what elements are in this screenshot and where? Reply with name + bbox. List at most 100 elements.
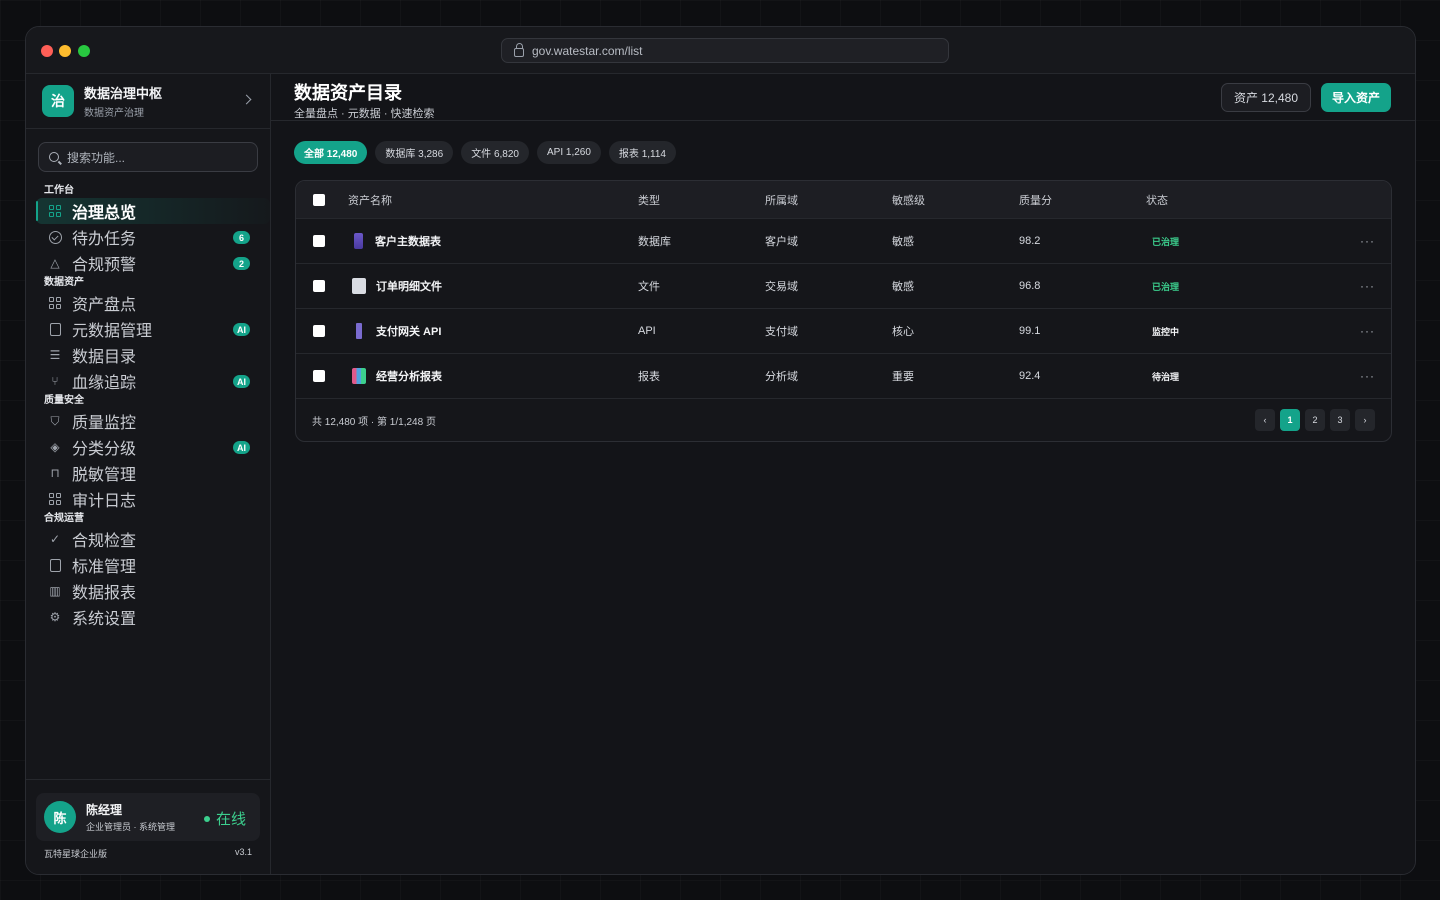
user-card[interactable]: 陈 陈经理 企业管理员 · 系统管理 在线 xyxy=(36,793,260,841)
row-checkbox[interactable] xyxy=(313,325,325,337)
column-header-status[interactable]: 状态 xyxy=(1146,192,1168,208)
sidebar-nav: 工作台 治理总览 待办任务 6 △ 合规预警 2 数据资产 资产盘点 元数据管理 AI ☰ 数据目录 ⑂ 血… xyxy=(26,184,270,630)
status-badge: 已治理 xyxy=(1152,281,1180,292)
online-status: 在线 xyxy=(204,808,246,829)
asset-type: 数据库 xyxy=(638,236,671,248)
search-placeholder: 搜索功能... xyxy=(67,150,126,165)
sidebar-item[interactable]: 待办任务 6 xyxy=(26,224,270,250)
asset-count-button[interactable]: 资产 12,480 xyxy=(1220,83,1311,112)
sidebar-item[interactable]: △ 合规预警 2 xyxy=(26,250,270,276)
minimize-window-button[interactable] xyxy=(59,45,71,57)
sidebar-item[interactable]: ⊓ 脱敏管理 xyxy=(26,460,270,486)
asset-type: API xyxy=(638,325,656,337)
sidebar-item-label: 待办任务 xyxy=(72,231,137,248)
asset-table: 资产名称 类型 所属域 敏感级 质量分 状态 客户主数据表 数据库 客户域 敏感… xyxy=(295,180,1392,442)
layers-icon: ◈ xyxy=(50,440,60,454)
avatar: 陈 xyxy=(44,801,76,833)
more-options-icon[interactable]: ··· xyxy=(1360,369,1375,383)
edition-label: 瓦特星球企业版 xyxy=(44,849,108,859)
plug-icon xyxy=(356,323,362,339)
grid-icon xyxy=(48,204,62,218)
filter-chip[interactable]: 数据库 3,286 xyxy=(375,141,454,164)
sidebar: 治 数据治理中枢 数据资产治理 搜索功能... 工作台 治理总览 待办任务 6 △ 合规预… xyxy=(26,74,271,874)
row-checkbox[interactable] xyxy=(313,280,325,292)
sidebar-item[interactable]: ✓ 合规检查 xyxy=(26,526,270,552)
page-subtitle: 全量盘点 · 元数据 · 快速检索 xyxy=(294,108,435,120)
column-header-name[interactable]: 资产名称 xyxy=(348,192,392,208)
more-options-icon[interactable]: ··· xyxy=(1360,324,1375,338)
divider xyxy=(26,779,270,780)
sidebar-item[interactable]: 标准管理 xyxy=(26,552,270,578)
page-button[interactable]: 1 xyxy=(1280,409,1300,431)
asset-score: 98.2 xyxy=(1019,235,1041,247)
sidebar-item[interactable]: ⛉ 质量监控 xyxy=(26,408,270,434)
filter-chips: 全部 12,480 数据库 3,286 文件 6,820 API 1,260 报表 1,… xyxy=(294,141,676,164)
nav-section-label: 合规运营 xyxy=(44,513,84,524)
next-page-button[interactable]: › xyxy=(1355,409,1375,431)
prev-page-button[interactable]: ‹ xyxy=(1255,409,1275,431)
asset-name: 客户主数据表 xyxy=(375,236,441,248)
asset-type: 文件 xyxy=(638,281,660,293)
table-row[interactable]: 经营分析报表 报表 分析域 重要 92.4 待治理 ··· xyxy=(296,353,1391,398)
sidebar-item[interactable]: ⚙ 系统设置 xyxy=(26,604,270,630)
status-badge: 待治理 xyxy=(1152,371,1180,382)
select-all-checkbox[interactable] xyxy=(313,193,325,206)
column-header-type[interactable]: 类型 xyxy=(638,192,660,208)
more-options-icon[interactable]: ··· xyxy=(1360,279,1375,293)
sidebar-item-label: 分类分级 xyxy=(72,441,137,458)
page-button[interactable]: 2 xyxy=(1305,409,1325,431)
sidebar-item[interactable]: 资产盘点 xyxy=(26,290,270,316)
row-checkbox[interactable] xyxy=(313,370,325,382)
gear-icon: ⚙ xyxy=(49,610,61,624)
lock-icon: ⊓ xyxy=(50,466,60,480)
asset-type: 报表 xyxy=(638,371,660,383)
maximize-window-button[interactable] xyxy=(78,45,90,57)
column-header-score[interactable]: 质量分 xyxy=(1019,192,1052,208)
import-asset-button[interactable]: 导入资产 xyxy=(1320,83,1391,112)
address-bar[interactable]: gov.watestar.com/list xyxy=(501,38,949,63)
sidebar-item-label: 审计日志 xyxy=(72,493,137,510)
sidebar-item[interactable]: ☰ 数据目录 xyxy=(26,342,270,368)
sidebar-item[interactable]: ▥ 数据报表 xyxy=(26,578,270,604)
table-row[interactable]: 支付网关 API API 支付域 核心 99.1 监控中 ··· xyxy=(296,308,1391,353)
sidebar-item[interactable]: 元数据管理 AI xyxy=(26,316,270,342)
brand-name: 数据治理中枢 xyxy=(84,86,163,101)
brand-switcher[interactable]: 治 数据治理中枢 数据资产治理 xyxy=(26,74,270,129)
pagination: ‹ 1 2 3 › xyxy=(1255,409,1375,431)
table-body: 客户主数据表 数据库 客户域 敏感 98.2 已治理 ··· 订单明细文件 文件… xyxy=(296,218,1391,398)
list-icon: ☰ xyxy=(49,348,61,362)
sidebar-item-label: 合规检查 xyxy=(72,533,137,550)
search-input[interactable]: 搜索功能... xyxy=(38,142,258,172)
sidebar-item[interactable]: ◈ 分类分级 AI xyxy=(26,434,270,460)
asset-domain: 支付域 xyxy=(765,326,798,338)
nav-section-label: 质量安全 xyxy=(44,395,84,406)
branch-icon: ⑂ xyxy=(51,374,59,388)
page-title: 数据资产目录 xyxy=(294,83,402,103)
more-options-icon[interactable]: ··· xyxy=(1360,234,1375,248)
page-button[interactable]: 3 xyxy=(1330,409,1350,431)
filter-chip[interactable]: 文件 6,820 xyxy=(461,141,529,164)
filter-chip[interactable]: API 1,260 xyxy=(537,141,601,164)
row-checkbox[interactable] xyxy=(313,235,325,247)
column-header-sensitivity[interactable]: 敏感级 xyxy=(892,192,925,208)
column-header-domain[interactable]: 所属域 xyxy=(765,192,798,208)
close-window-button[interactable] xyxy=(41,45,53,57)
table-row[interactable]: 订单明细文件 文件 交易域 敏感 96.8 已治理 ··· xyxy=(296,263,1391,308)
sidebar-item[interactable]: 治理总览 xyxy=(36,198,270,224)
filter-chip[interactable]: 报表 1,114 xyxy=(608,141,676,164)
document-icon xyxy=(352,278,366,294)
search-icon xyxy=(49,152,59,162)
sidebar-item[interactable]: ⑂ 血缘追踪 AI xyxy=(26,368,270,394)
sidebar-item[interactable]: 审计日志 xyxy=(26,486,270,512)
table-row[interactable]: 客户主数据表 数据库 客户域 敏感 98.2 已治理 ··· xyxy=(296,218,1391,263)
pagination-summary: 共 12,480 项 · 第 1/1,248 页 xyxy=(312,416,436,428)
asset-name-cell: 订单明细文件 xyxy=(352,278,442,294)
warning-icon: △ xyxy=(50,256,60,270)
sidebar-item-label: 元数据管理 xyxy=(72,323,153,340)
filter-chip[interactable]: 全部 12,480 xyxy=(294,141,368,164)
nav-badge: AI xyxy=(233,441,250,454)
asset-name-cell: 经营分析报表 xyxy=(352,368,442,384)
version-label: v3.1 xyxy=(234,847,252,857)
bar-chart-icon: ▥ xyxy=(49,584,61,598)
title-bar: gov.watestar.com/list xyxy=(26,27,1415,74)
